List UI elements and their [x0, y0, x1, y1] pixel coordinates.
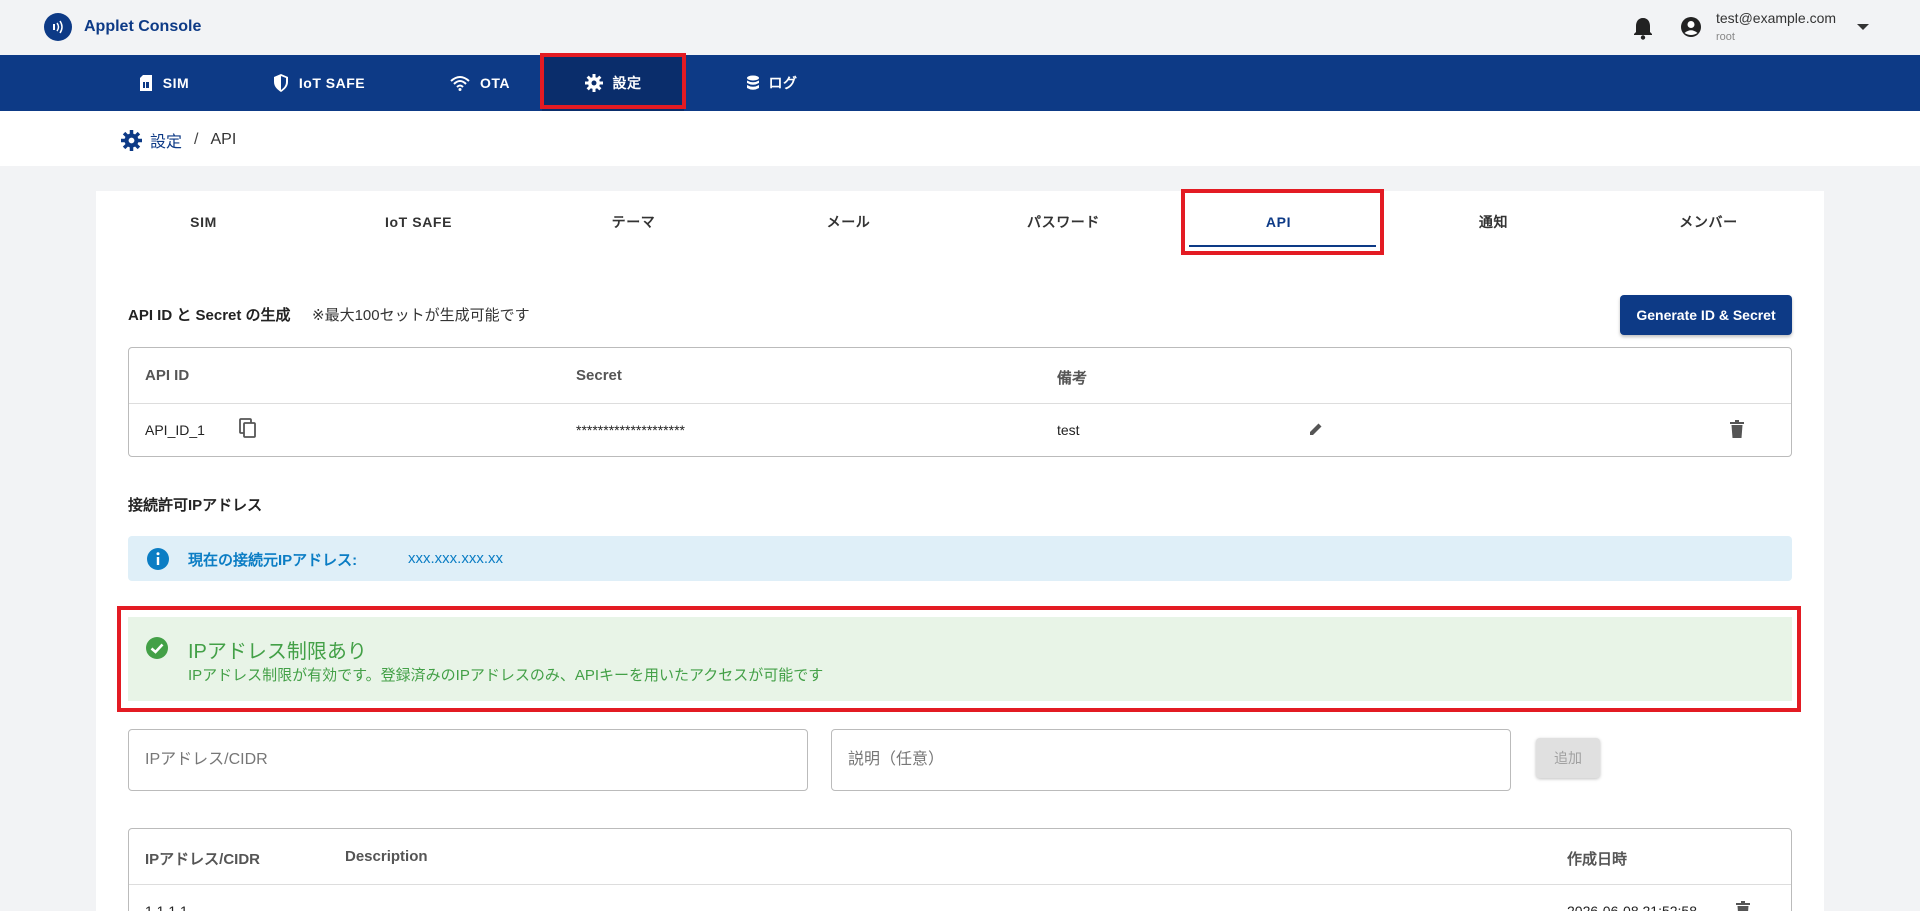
database-icon: [746, 75, 759, 90]
tab-theme[interactable]: テーマ: [526, 191, 741, 253]
nav-item-label: OTA: [479, 75, 510, 91]
ip-restriction-status-description: IPアドレス制限が有効です。登録済みのIPアドレスのみ、APIキーを用いたアクセ…: [188, 667, 824, 684]
brand[interactable]: Applet Console: [44, 13, 201, 41]
user-menu-caret-icon[interactable]: [1857, 24, 1869, 30]
nav-item-log[interactable]: ログ: [712, 55, 832, 111]
nav-item-ota[interactable]: OTA: [425, 55, 535, 111]
breadcrumb-separator: /: [194, 131, 199, 148]
info-icon: [146, 547, 170, 576]
current-ip-info-alert: 現在の接続元IPアドレス: xxx.xxx.xxx.xx: [128, 536, 1792, 581]
edit-pencil-icon[interactable]: [1309, 422, 1323, 441]
check-circle-icon: [145, 636, 169, 665]
delete-trash-icon[interactable]: [1736, 901, 1750, 911]
user-role: root: [1716, 31, 1735, 43]
secret-cell: ********************: [576, 422, 685, 438]
tab-sim[interactable]: SIM: [96, 191, 311, 253]
user-email[interactable]: test@example.com: [1716, 10, 1836, 26]
ip-restriction-status-title: IPアドレス制限あり: [188, 641, 367, 663]
ip-restriction-status-alert: IPアドレス制限あり IPアドレス制限が有効です。登録済みのIPアドレスのみ、A…: [128, 617, 1792, 701]
tab-password[interactable]: パスワード: [956, 191, 1171, 253]
nav-item-settings[interactable]: 設定: [542, 55, 684, 111]
tab-iot-safe[interactable]: IoT SAFE: [311, 191, 526, 253]
nav-item-iot-safe[interactable]: IoT SAFE: [254, 55, 384, 111]
api-id-cell: API_ID_1: [145, 422, 205, 438]
breadcrumb-link-settings[interactable]: 設定: [150, 128, 182, 152]
account-avatar-icon[interactable]: [1680, 16, 1702, 38]
add-ip-button[interactable]: 追加: [1536, 738, 1600, 778]
column-header-description: Description: [345, 848, 428, 865]
nav-item-label: ログ: [768, 75, 798, 91]
nav-item-label: IoT SAFE: [298, 75, 366, 91]
current-ip-value: xxx.xxx.xxx.xx: [408, 550, 504, 567]
column-header-note: 備考: [1057, 370, 1088, 387]
description-input[interactable]: [831, 729, 1511, 791]
shield-icon: [273, 74, 288, 92]
ip-cidr-input[interactable]: [128, 729, 808, 791]
ip-cell: 1.1.1.1: [145, 903, 188, 911]
ip-table: IPアドレス/CIDR Description 作成日時 1.1.1.1 202…: [128, 828, 1792, 911]
note-cell: test: [1057, 422, 1080, 438]
tab-members[interactable]: メンバー: [1601, 191, 1816, 253]
gear-icon: [121, 129, 142, 151]
breadcrumb-current: API: [210, 131, 237, 148]
notification-bell-icon[interactable]: [1632, 16, 1654, 40]
created-cell: 2026-06-08 21:52:58: [1567, 903, 1697, 911]
breadcrumb: 設定 / API: [121, 128, 236, 152]
api-table: API ID Secret 備考 API_ID_1 **************…: [128, 347, 1792, 457]
sim-card-icon: [139, 75, 152, 91]
ip-section-title: 接続許可IPアドレス: [128, 497, 263, 514]
nav-item-label: 設定: [612, 75, 642, 91]
copy-icon[interactable]: [239, 418, 257, 443]
column-header-ip-cidr: IPアドレス/CIDR: [145, 851, 261, 868]
gear-icon: [584, 74, 603, 92]
settings-card: SIM IoT SAFE テーマ メール パスワード API 通知 メンバー A…: [96, 189, 1824, 911]
tab-mail[interactable]: メール: [741, 191, 956, 253]
column-header-secret: Secret: [576, 367, 622, 384]
tab-api[interactable]: API: [1171, 191, 1386, 253]
top-bar: Applet Console test@example.com root: [0, 0, 1920, 55]
column-header-api-id: API ID: [145, 367, 190, 384]
column-header-created: 作成日時: [1567, 851, 1628, 868]
api-section-note: ※最大100セットが生成可能です: [312, 307, 530, 324]
api-section-title: API ID と Secret の生成: [128, 307, 291, 324]
wifi-icon: [450, 76, 470, 91]
delete-trash-icon[interactable]: [1730, 420, 1744, 443]
brand-logo-icon: [44, 13, 72, 41]
app-title: Applet Console: [84, 18, 202, 35]
nav-item-sim[interactable]: SIM: [104, 55, 224, 111]
table-divider: [129, 403, 1791, 404]
breadcrumb-bar: 設定 / API: [0, 111, 1920, 166]
table-divider: [129, 884, 1791, 885]
generate-id-secret-button[interactable]: Generate ID & Secret: [1620, 295, 1792, 335]
main-nav: SIM IoT SAFE OTA 設定 ログ: [0, 55, 1920, 111]
nav-item-label: SIM: [162, 75, 190, 91]
tab-notification[interactable]: 通知: [1386, 191, 1601, 253]
current-ip-label: 現在の接続元IPアドレス:: [188, 552, 358, 569]
active-tab-indicator: [1189, 245, 1376, 247]
